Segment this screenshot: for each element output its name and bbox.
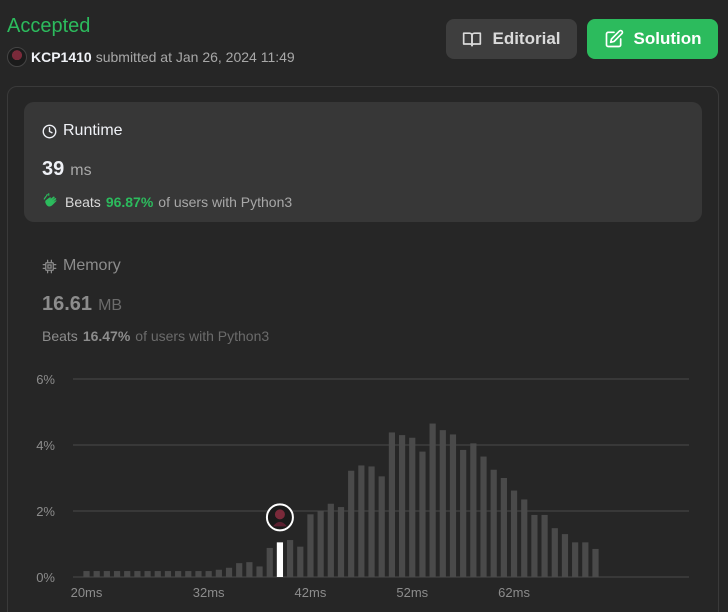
distribution-bar[interactable] xyxy=(246,562,253,577)
avatar-marker-figure xyxy=(274,509,285,520)
distribution-bar[interactable] xyxy=(205,571,212,577)
memory-card[interactable]: Memory 16.61 MB Beats 16.47% of users wi… xyxy=(24,247,702,357)
distribution-bar[interactable] xyxy=(439,430,446,577)
distribution-bar[interactable] xyxy=(113,571,121,577)
distribution-bar[interactable] xyxy=(521,499,528,577)
distribution-bar[interactable] xyxy=(307,514,314,577)
runtime-metric: 39 ms xyxy=(42,158,92,181)
distribution-bar[interactable] xyxy=(490,469,497,577)
distribution-bar[interactable] xyxy=(398,435,406,577)
x-tick-label: 52ms xyxy=(396,585,428,600)
x-tick-label: 32ms xyxy=(193,585,225,600)
memory-unit: MB xyxy=(98,297,123,314)
distribution-bar[interactable] xyxy=(572,542,579,577)
distribution-bar[interactable] xyxy=(358,465,365,577)
distribution-bar[interactable] xyxy=(551,528,558,577)
distribution-bar[interactable] xyxy=(215,569,222,577)
memory-beats-rest: of users with Python3 xyxy=(135,328,270,344)
memory-metric: 16.61 MB xyxy=(42,293,122,316)
runtime-title-text: Runtime xyxy=(63,122,123,139)
distribution-bar[interactable] xyxy=(195,571,202,577)
distribution-bar[interactable] xyxy=(409,437,416,577)
distribution-bar[interactable] xyxy=(480,456,487,577)
submission-header: Accepted KCP1410 submitted at Jan 26, 20… xyxy=(0,0,728,80)
solution-button[interactable]: Solution xyxy=(587,19,718,59)
y-tick-label: 0% xyxy=(36,570,55,585)
distribution-bar[interactable] xyxy=(124,571,131,577)
distribution-bar[interactable] xyxy=(134,571,141,577)
distribution-bar[interactable] xyxy=(460,449,467,577)
distribution-bar[interactable] xyxy=(144,571,151,577)
memory-value: 16.61 xyxy=(42,293,93,315)
distribution-bar[interactable] xyxy=(256,566,263,577)
distribution-bar[interactable] xyxy=(287,540,294,577)
highlight-bar[interactable] xyxy=(276,542,284,577)
username-link[interactable]: KCP1410 xyxy=(31,49,92,65)
y-tick-label: 6% xyxy=(36,372,55,387)
distribution-bar[interactable] xyxy=(225,567,233,577)
solution-label: Solution xyxy=(633,29,702,48)
distribution-bar[interactable] xyxy=(592,548,599,577)
distribution-bar[interactable] xyxy=(236,563,243,577)
distribution-bar[interactable] xyxy=(368,466,375,577)
distribution-bar[interactable] xyxy=(378,476,385,577)
distribution-bar[interactable] xyxy=(103,571,110,577)
distribution-bar[interactable] xyxy=(154,571,161,577)
y-tick-label: 2% xyxy=(36,504,55,519)
runtime-beats-label: Beats xyxy=(65,194,101,210)
submission-status: Accepted xyxy=(7,15,91,37)
distribution-bar[interactable] xyxy=(470,443,477,577)
runtime-unit: ms xyxy=(70,162,92,179)
memory-beats: Beats 16.47% of users with Python3 xyxy=(42,328,269,344)
distribution-bar[interactable] xyxy=(164,571,172,577)
runtime-title: Runtime xyxy=(42,122,123,140)
distribution-bar[interactable] xyxy=(388,432,395,577)
editorial-button[interactable]: Editorial xyxy=(446,19,577,59)
edit-icon xyxy=(605,29,623,48)
submitted-at: submitted at Jan 26, 2024 11:49 xyxy=(95,49,295,65)
distribution-bar[interactable] xyxy=(175,571,182,577)
distribution-bar[interactable] xyxy=(531,514,538,577)
distribution-bar[interactable] xyxy=(327,503,334,577)
memory-title: Memory xyxy=(42,257,121,275)
runtime-card[interactable]: Runtime 39 ms Beats 96.87% of users with… xyxy=(24,102,702,222)
distribution-bar[interactable] xyxy=(541,514,548,577)
x-tick-label: 20ms xyxy=(71,585,103,600)
distribution-bar[interactable] xyxy=(83,571,90,577)
chip-icon xyxy=(42,259,57,273)
distribution-bar[interactable] xyxy=(348,470,355,577)
editorial-label: Editorial xyxy=(492,29,561,48)
clock-icon xyxy=(42,124,57,138)
memory-beats-label: Beats xyxy=(42,328,78,344)
clapping-hands-icon xyxy=(43,193,57,207)
book-open-icon xyxy=(463,32,482,47)
distribution-bar[interactable] xyxy=(297,546,304,577)
distribution-bar[interactable] xyxy=(510,490,518,577)
avatar[interactable] xyxy=(7,47,27,67)
y-tick-label: 4% xyxy=(36,438,55,453)
distribution-bar[interactable] xyxy=(93,571,100,577)
distribution-bar[interactable] xyxy=(500,478,507,577)
x-tick-label: 62ms xyxy=(498,585,530,600)
runtime-beats-rest: of users with Python3 xyxy=(158,194,293,210)
distribution-bar[interactable] xyxy=(185,571,192,577)
submitter-info: KCP1410 submitted at Jan 26, 2024 11:49 xyxy=(7,47,295,67)
distribution-bar[interactable] xyxy=(449,434,457,577)
memory-beats-percent: 16.47% xyxy=(82,328,131,344)
your-submission-marker xyxy=(265,503,294,532)
distribution-bar[interactable] xyxy=(419,451,426,577)
distribution-bar[interactable] xyxy=(317,511,324,577)
x-tick-label: 42ms xyxy=(295,585,327,600)
memory-title-text: Memory xyxy=(63,257,121,274)
distribution-bar[interactable] xyxy=(561,534,569,577)
distribution-bar[interactable] xyxy=(266,547,273,577)
runtime-beats: Beats 96.87% of users with Python3 xyxy=(42,193,292,211)
distribution-bar[interactable] xyxy=(582,542,589,577)
runtime-value: 39 xyxy=(42,158,65,180)
distribution-bar[interactable] xyxy=(429,423,436,577)
runtime-beats-percent: 96.87% xyxy=(105,194,154,210)
distribution-bar[interactable] xyxy=(337,507,345,577)
